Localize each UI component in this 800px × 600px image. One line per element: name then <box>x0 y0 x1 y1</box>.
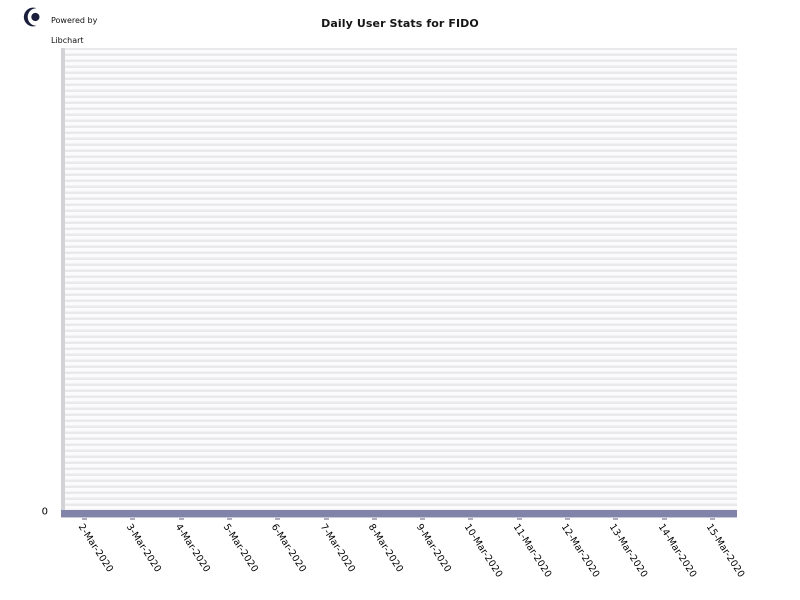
x-axis-tick-mark <box>613 518 619 520</box>
x-axis-labels: 2-Mar-2020 3-Mar-2020 4-Mar-2020 5-Mar-2020… <box>61 512 746 600</box>
x-axis-tick-mark <box>661 518 667 520</box>
x-axis-tick-label: 12-Mar-2020 <box>558 522 602 580</box>
x-axis-tick-mark <box>178 518 184 520</box>
x-axis-tick-label: 11-Mar-2020 <box>510 522 554 580</box>
x-axis-tick-label: 14-Mar-2020 <box>655 522 699 580</box>
y-axis-labels: 0 <box>0 0 58 600</box>
x-axis-tick-label: 9-Mar-2020 <box>413 522 454 575</box>
x-axis-tick-label: 2-Mar-2020 <box>75 522 116 575</box>
x-axis-tick-label: 3-Mar-2020 <box>124 522 164 575</box>
x-axis-tick-mark <box>82 518 88 520</box>
x-axis-tick-mark <box>565 518 570 520</box>
x-axis-tick-mark <box>420 518 426 520</box>
x-axis-tick-label: 6-Mar-2020 <box>269 522 309 575</box>
y-axis-tick-label: 0 <box>41 506 48 518</box>
x-axis-tick-label: 10-Mar-2020 <box>462 522 505 580</box>
x-axis-tick-mark <box>709 518 715 520</box>
plot-grid-area <box>65 48 737 510</box>
x-axis-tick-label: 7-Mar-2020 <box>317 522 357 575</box>
x-axis-tick-label: 4-Mar-2020 <box>172 522 212 575</box>
x-axis-tick-label: 8-Mar-2020 <box>365 522 406 575</box>
x-axis-tick-label: 15-Mar-2020 <box>703 522 747 580</box>
plot-area-wrapper <box>61 48 737 518</box>
x-axis-tick-mark <box>130 518 136 520</box>
x-axis-tick-mark <box>516 518 522 520</box>
x-axis-tick-mark <box>468 518 474 520</box>
chart-title: Daily User Stats for FIDO <box>321 17 479 30</box>
x-axis-tick-label: 13-Mar-2020 <box>607 522 650 580</box>
x-axis-tick-label: 5-Mar-2020 <box>220 522 261 575</box>
x-axis-tick-mark <box>323 518 329 520</box>
x-axis-tick-mark <box>227 518 232 520</box>
x-axis-tick-mark <box>371 518 377 520</box>
x-axis-tick-mark <box>275 518 281 520</box>
